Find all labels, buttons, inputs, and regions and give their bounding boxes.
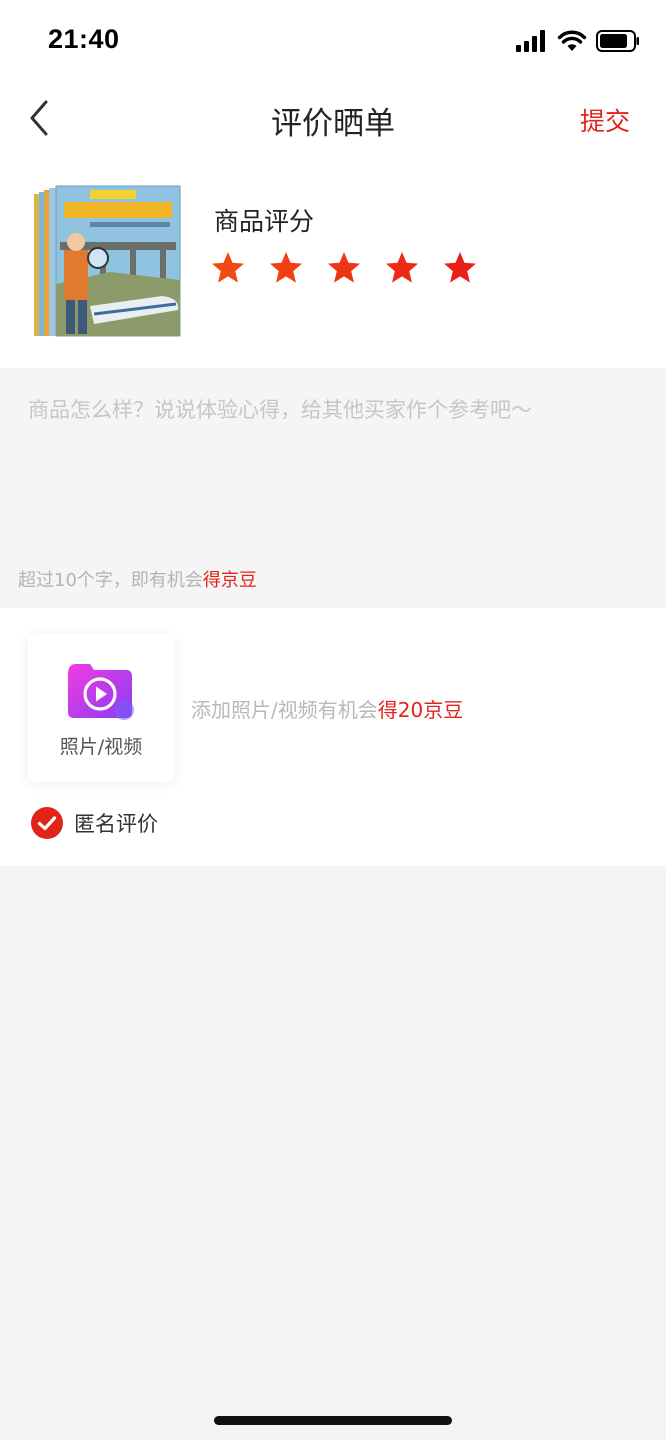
- upload-label: 照片/视频: [59, 736, 143, 758]
- review-hint-reward: 得京豆: [202, 570, 257, 591]
- media-hint-text: 添加照片/视频有机会: [191, 698, 378, 722]
- status-icons: [516, 30, 640, 52]
- media-hint-reward: 得20京豆: [377, 698, 464, 722]
- nav-bar: 评价晒单 提交: [0, 80, 666, 156]
- star-icon-4[interactable]: [384, 250, 420, 286]
- star-icon-5[interactable]: [442, 250, 478, 286]
- status-time: 21:40: [48, 24, 120, 54]
- review-hint: 超过10个字，即有机会得京豆: [18, 566, 257, 592]
- upload-photo-video-button[interactable]: 照片/视频: [28, 634, 174, 782]
- media-hint: 添加照片/视频有机会得20京豆: [191, 694, 463, 723]
- review-textarea[interactable]: 商品怎么样？说说体验心得，给其他买家作个参考吧～: [28, 394, 638, 424]
- star-icon-2[interactable]: [268, 250, 304, 286]
- checkmark-icon: [31, 807, 63, 839]
- star-rating: [210, 250, 478, 286]
- anonymous-label: 匿名评价: [74, 812, 158, 836]
- star-icon-1[interactable]: [210, 250, 246, 286]
- media-section: 照片/视频 添加照片/视频有机会得20京豆 匿名评价: [0, 608, 666, 866]
- battery-icon: [596, 30, 639, 52]
- product-rating-section: 商品评分: [0, 156, 666, 368]
- anonymous-review-toggle[interactable]: 匿名评价: [30, 806, 158, 840]
- review-hint-text: 超过10个字，即有机会: [18, 570, 203, 591]
- camera-icon: [68, 664, 134, 720]
- review-screen: 21:40 评价晒单 提交 商品评分 商品怎么样？说说体验心得，给其他买家作个参…: [0, 0, 666, 1440]
- page-title: 评价晒单: [271, 106, 395, 142]
- status-bar: 21:40: [0, 0, 666, 80]
- rating-label: 商品评分: [214, 207, 315, 236]
- wifi-icon: [557, 30, 587, 51]
- product-image: [34, 185, 181, 337]
- submit-button[interactable]: 提交: [580, 102, 630, 138]
- signal-icon: [516, 30, 545, 52]
- star-icon-3[interactable]: [326, 250, 362, 286]
- home-indicator: [214, 1416, 452, 1425]
- review-text-section: 商品怎么样？说说体验心得，给其他买家作个参考吧～ 超过10个字，即有机会得京豆: [0, 368, 666, 608]
